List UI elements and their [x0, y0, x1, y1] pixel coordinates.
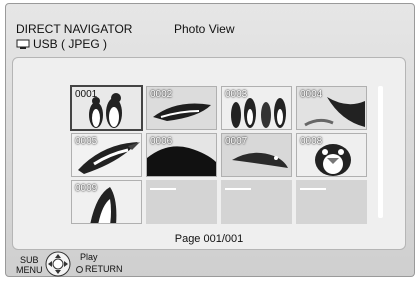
thumbnail-panel: 0001 0002 0003 0004 0005 0006 0007 0008 0009 Pag…: [12, 57, 406, 250]
photo-thumbnail[interactable]: 0003: [221, 86, 292, 130]
thumbnail-number: 0006: [150, 136, 173, 147]
thumbnail-number: 0004: [300, 89, 323, 100]
empty-slot-dash: [225, 188, 251, 190]
view-mode-label: Photo View: [174, 22, 235, 36]
page-indicator: Page 001/001: [174, 233, 244, 245]
media-source: USB ( JPEG ): [16, 37, 107, 51]
sub-menu-label-line2: MENU: [16, 265, 43, 275]
thumbnail-number: 0002: [150, 89, 173, 100]
return-label: RETURN: [85, 264, 123, 274]
thumbnail-number: 0003: [225, 89, 248, 100]
direct-navigator-screen: DIRECT NAVIGATOR Photo View USB ( JPEG )…: [5, 3, 415, 277]
sub-menu-label-line1: SUB: [19, 255, 39, 265]
return-button-icon: [76, 265, 83, 273]
usb-drive-icon: [16, 39, 30, 50]
thumbnail-number: 0005: [75, 136, 98, 147]
empty-slot-dash: [150, 188, 176, 190]
photo-thumbnail[interactable]: 0006: [146, 133, 217, 177]
thumbnail-number: 0008: [300, 136, 323, 147]
remote-dpad-icon: [44, 250, 72, 283]
play-hint: Play: [80, 252, 98, 262]
empty-thumbnail-slot: [146, 180, 217, 224]
photo-thumbnail[interactable]: 0004: [296, 86, 367, 130]
photo-thumbnail[interactable]: 0005: [71, 133, 142, 177]
empty-thumbnail-slot: [296, 180, 367, 224]
thumbnail-grid: 0001 0002 0003 0004 0005 0006 0007 0008 0009: [70, 85, 367, 224]
scrollbar[interactable]: [378, 86, 383, 218]
photo-thumbnail[interactable]: 0002: [146, 86, 217, 130]
photo-thumbnail[interactable]: 0009: [71, 180, 142, 224]
photo-thumbnail[interactable]: 0001: [70, 85, 143, 131]
thumbnail-number: 0009: [75, 183, 98, 194]
thumbnail-number: 0007: [225, 136, 248, 147]
navigator-title: DIRECT NAVIGATOR: [16, 22, 133, 36]
photo-thumbnail[interactable]: 0007: [221, 133, 292, 177]
empty-slot-dash: [300, 188, 326, 190]
photo-thumbnail[interactable]: 0008: [296, 133, 367, 177]
thumbnail-number: 0001: [75, 89, 98, 100]
empty-thumbnail-slot: [221, 180, 292, 224]
media-source-label: USB ( JPEG ): [33, 37, 108, 51]
sub-menu-hint: SUB MENU: [16, 255, 43, 275]
return-hint: RETURN: [76, 264, 123, 274]
